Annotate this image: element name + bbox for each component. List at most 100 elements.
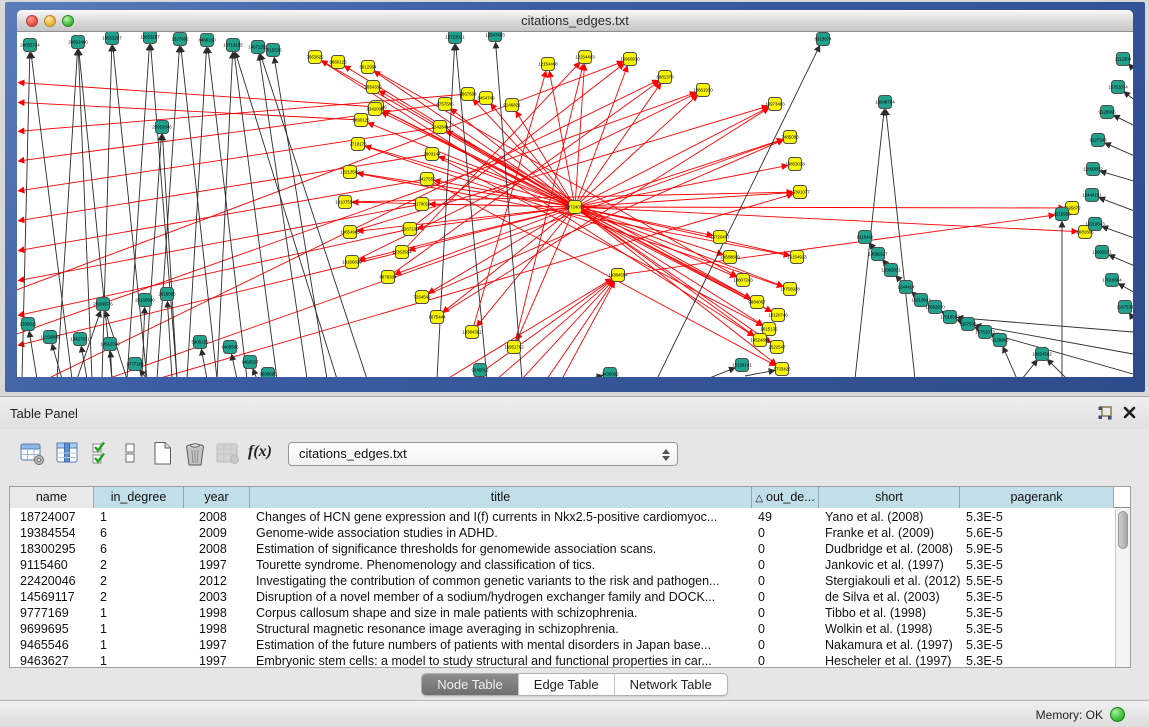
table-cell[interactable]: 9777169: [10, 605, 94, 621]
column-header-year[interactable]: year: [184, 487, 250, 508]
table-cell[interactable]: Dudbridge et al. (2008): [819, 541, 960, 557]
table-cell[interactable]: Corpus callosum shape and size in male p…: [250, 605, 752, 621]
function-builder-icon[interactable]: f(x): [248, 443, 272, 469]
graph-edge-black[interactable]: [437, 45, 455, 377]
graph-edge-black[interactable]: [29, 332, 37, 377]
graph-edge-red[interactable]: [618, 215, 1054, 275]
graph-edge-red[interactable]: [575, 166, 787, 207]
graph-edge-red[interactable]: [430, 204, 575, 207]
table-row[interactable]: 969969511998Structural magnetic resonanc…: [10, 621, 1114, 637]
graph-edge-black[interactable]: [707, 368, 735, 377]
table-cell[interactable]: 5.6E-5: [960, 525, 1114, 541]
table-row[interactable]: 946554611997Estimation of the future num…: [10, 637, 1114, 653]
table-cell[interactable]: 5.3E-5: [960, 509, 1114, 525]
table-row[interactable]: 946362711997Embryonic stem cells: a mode…: [10, 653, 1114, 668]
table-cell[interactable]: 0: [752, 621, 819, 637]
graph-edge-red[interactable]: [575, 207, 1064, 208]
graph-edge-black[interactable]: [1109, 255, 1133, 267]
memory-indicator-icon[interactable]: [1110, 707, 1125, 722]
graph-edge-red[interactable]: [472, 280, 611, 377]
table-cell[interactable]: 2012: [184, 573, 250, 589]
graph-edge-black[interactable]: [181, 47, 217, 377]
column-header-short[interactable]: short: [819, 487, 960, 508]
tab-node-table[interactable]: Node Table: [422, 674, 519, 695]
table-cell[interactable]: Genome-wide association studies in ADHD.: [250, 525, 752, 541]
table-cell[interactable]: 5.5E-5: [960, 573, 1114, 589]
table-cell[interactable]: 9463627: [10, 653, 94, 668]
graph-edge-black[interactable]: [1105, 143, 1133, 157]
column-header-title[interactable]: title: [250, 487, 752, 508]
graph-edge-black[interactable]: [1119, 284, 1133, 294]
graph-edge-black[interactable]: [234, 53, 277, 377]
table-cell[interactable]: 14569117: [10, 589, 94, 605]
graph-edge-black[interactable]: [1124, 92, 1133, 102]
network-canvas[interactable]: 1872400719384554224200462718176122135891…: [17, 32, 1133, 377]
table-cell[interactable]: 1997: [184, 637, 250, 653]
graph-edge-red[interactable]: [19, 83, 377, 107]
graph-edge-black[interactable]: [1130, 314, 1133, 324]
graph-edge-black[interactable]: [1003, 347, 1017, 377]
new-table-icon[interactable]: [152, 441, 174, 467]
graph-edge-black[interactable]: [1101, 171, 1133, 182]
graph-edge-black[interactable]: [587, 376, 602, 377]
graph-edge-black[interactable]: [142, 308, 145, 377]
table-cell[interactable]: 9465546: [10, 637, 94, 653]
table-cell[interactable]: Estimation of the future numbers of pati…: [250, 637, 752, 653]
table-cell[interactable]: 1997: [184, 557, 250, 573]
table-cell[interactable]: Estimation of significance thresholds fo…: [250, 541, 752, 557]
table-cell[interactable]: de Silva et al. (2003): [819, 589, 960, 605]
table-cell[interactable]: 2: [94, 589, 184, 605]
table-cell[interactable]: 6: [94, 525, 184, 541]
table-cell[interactable]: 2003: [184, 589, 250, 605]
table-cell[interactable]: Yano et al. (2008): [819, 509, 960, 525]
graph-edge-red[interactable]: [19, 252, 402, 345]
graph-edge-red[interactable]: [575, 108, 768, 207]
table-cell[interactable]: 2009: [184, 525, 250, 541]
table-cell[interactable]: 2: [94, 573, 184, 589]
network-select[interactable]: citations_edges.txt: [288, 442, 678, 466]
graph-edge-black[interactable]: [1103, 227, 1133, 239]
table-row[interactable]: 1872400712008Changes of HCN gene express…: [10, 509, 1114, 525]
table-cell[interactable]: 5.3E-5: [960, 653, 1114, 668]
table-cell[interactable]: 5.3E-5: [960, 637, 1114, 653]
graph-edge-red[interactable]: [368, 123, 575, 207]
column-header-in_degree[interactable]: in_degree: [94, 487, 184, 508]
graph-edge-red[interactable]: [547, 282, 613, 377]
table-cell[interactable]: 22420046: [10, 573, 94, 589]
table-cell[interactable]: 5.3E-5: [960, 621, 1114, 637]
graph-edge-black[interactable]: [232, 355, 237, 377]
network-graph[interactable]: 1872400719384554224200462718176122135891…: [17, 32, 1133, 377]
column-header-pagerank[interactable]: pagerank: [960, 487, 1114, 508]
table-cell[interactable]: 5.3E-5: [960, 557, 1114, 573]
graph-edge-black[interactable]: [1048, 360, 1067, 377]
table-cell[interactable]: Investigating the contribution of common…: [250, 573, 752, 589]
graph-edge-black[interactable]: [1022, 360, 1037, 377]
table-cell[interactable]: 1: [94, 605, 184, 621]
scrollbar-thumb[interactable]: [1118, 511, 1128, 549]
graph-edge-black[interactable]: [187, 48, 207, 377]
table-cell[interactable]: Disruption of a novel member of a sodium…: [250, 589, 752, 605]
tab-network-table[interactable]: Network Table: [615, 674, 727, 695]
table-cell[interactable]: 18724007: [10, 509, 94, 525]
table-cell[interactable]: 18300295: [10, 541, 94, 557]
table-cell[interactable]: Hescheler et al. (1997): [819, 653, 960, 668]
graph-edge-red[interactable]: [522, 281, 613, 377]
table-row[interactable]: 911546021997Tourette syndrome. Phenomeno…: [10, 557, 1114, 573]
graph-edge-black[interactable]: [201, 350, 207, 377]
graph-edge-black[interactable]: [253, 369, 257, 377]
graph-edge-black[interactable]: [113, 46, 147, 377]
graph-edge-black[interactable]: [1129, 64, 1133, 72]
graph-edge-red[interactable]: [19, 229, 410, 315]
graph-edge-black[interactable]: [274, 58, 327, 377]
table-cell[interactable]: Changes of HCN gene expression and I(f) …: [250, 509, 752, 525]
table-cell[interactable]: 0: [752, 637, 819, 653]
graph-edge-black[interactable]: [745, 370, 774, 376]
row-height-icon[interactable]: [124, 441, 138, 467]
table-cell[interactable]: 2008: [184, 509, 250, 525]
graph-edge-black[interactable]: [127, 45, 149, 377]
window-titlebar[interactable]: citations_edges.txt: [17, 10, 1133, 32]
graph-edge-black[interactable]: [886, 110, 915, 377]
table-scrollbar[interactable]: [1115, 509, 1130, 667]
graph-edge-red[interactable]: [429, 207, 575, 293]
table-cell[interactable]: 5.3E-5: [960, 589, 1114, 605]
